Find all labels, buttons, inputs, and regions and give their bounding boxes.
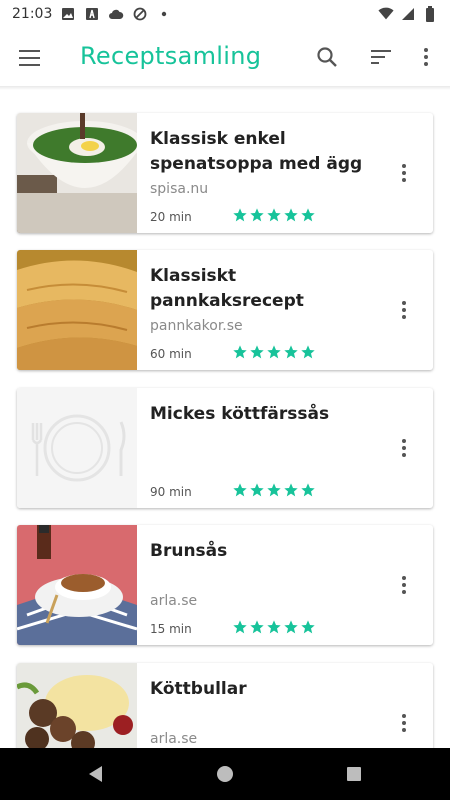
recipe-card[interactable]: Klassiskt pannkaksrecept pannkakor.se 60…	[17, 250, 433, 370]
star-icon	[267, 208, 281, 222]
star-icon	[233, 620, 247, 634]
star-icon	[233, 208, 247, 222]
menu-icon[interactable]	[16, 44, 44, 72]
card-more-icon[interactable]	[392, 161, 416, 185]
search-icon[interactable]	[312, 42, 342, 72]
star-icon	[301, 620, 315, 634]
app-bar-shadow	[0, 86, 450, 90]
star-icon	[284, 620, 298, 634]
star-icon	[233, 345, 247, 359]
star-icon	[284, 208, 298, 222]
star-icon	[284, 483, 298, 497]
recipe-source: arla.se	[150, 593, 198, 609]
recipe-card[interactable]: Brunsås arla.se 15 min	[17, 525, 433, 645]
recipe-title: Brunsås	[150, 541, 228, 561]
rating-stars	[232, 344, 316, 360]
cloud-icon	[108, 6, 124, 22]
placeholder-plate-icon	[17, 388, 137, 508]
card-more-icon[interactable]	[392, 436, 416, 460]
star-icon	[267, 345, 281, 359]
recipe-image-spinach-soup	[17, 113, 137, 233]
recipe-title: Klassiskt pannkaksrecept	[150, 266, 304, 311]
recipe-source: arla.se	[150, 731, 198, 747]
recipe-time: 90 min	[150, 485, 192, 499]
star-icon	[267, 620, 281, 634]
star-icon	[250, 483, 264, 497]
star-icon	[267, 483, 281, 497]
recipe-source: spisa.nu	[150, 181, 209, 197]
card-more-icon[interactable]	[392, 298, 416, 322]
star-icon	[233, 483, 247, 497]
rating-stars	[232, 482, 316, 498]
home-icon[interactable]	[215, 764, 235, 784]
recipe-card[interactable]: Köttbullar arla.se	[17, 663, 433, 748]
gallery-icon	[60, 6, 76, 22]
clock: 21:03	[12, 6, 53, 22]
battery-icon	[422, 6, 438, 22]
recipe-list[interactable]: Klassisk enkel spenatsoppa med ägg spisa…	[0, 100, 450, 748]
star-icon	[301, 208, 315, 222]
more-vert-icon[interactable]	[411, 42, 441, 72]
recipe-image-meatballs	[17, 663, 137, 748]
recipe-card[interactable]: Mickes köttfärssås 90 min	[17, 388, 433, 508]
star-icon	[250, 208, 264, 222]
recipe-image-brown-sauce	[17, 525, 137, 645]
signal-icon	[400, 6, 416, 22]
wifi-icon	[378, 6, 394, 22]
star-icon	[301, 483, 315, 497]
recipe-title: Köttbullar	[150, 679, 247, 699]
recipe-time: 15 min	[150, 622, 192, 636]
dot-icon	[156, 6, 172, 22]
app-bar: Receptsamling	[0, 28, 450, 86]
recipe-source: pannkakor.se	[150, 318, 243, 334]
navigation-bar	[0, 748, 450, 800]
recipe-time: 60 min	[150, 347, 192, 361]
star-icon	[250, 620, 264, 634]
rating-stars	[232, 207, 316, 223]
app-title: Receptsamling	[80, 42, 262, 70]
rating-stars	[232, 619, 316, 635]
recipe-card[interactable]: Klassisk enkel spenatsoppa med ägg spisa…	[17, 113, 433, 233]
no-disturb-icon	[132, 6, 148, 22]
star-icon	[250, 345, 264, 359]
back-icon[interactable]	[86, 764, 106, 784]
card-more-icon[interactable]	[392, 711, 416, 735]
text-icon	[84, 6, 100, 22]
status-right	[378, 6, 438, 22]
status-bar: 21:03	[0, 0, 450, 28]
star-icon	[284, 345, 298, 359]
recipe-title: Klassisk enkel spenatsoppa med ägg	[150, 129, 363, 174]
status-left: 21:03	[12, 6, 172, 22]
recipe-image-pancakes	[17, 250, 137, 370]
star-icon	[301, 345, 315, 359]
recipe-title: Mickes köttfärssås	[150, 404, 330, 424]
recipe-time: 20 min	[150, 210, 192, 224]
card-more-icon[interactable]	[392, 573, 416, 597]
sort-icon[interactable]	[366, 42, 396, 72]
recent-apps-icon[interactable]	[344, 764, 364, 784]
